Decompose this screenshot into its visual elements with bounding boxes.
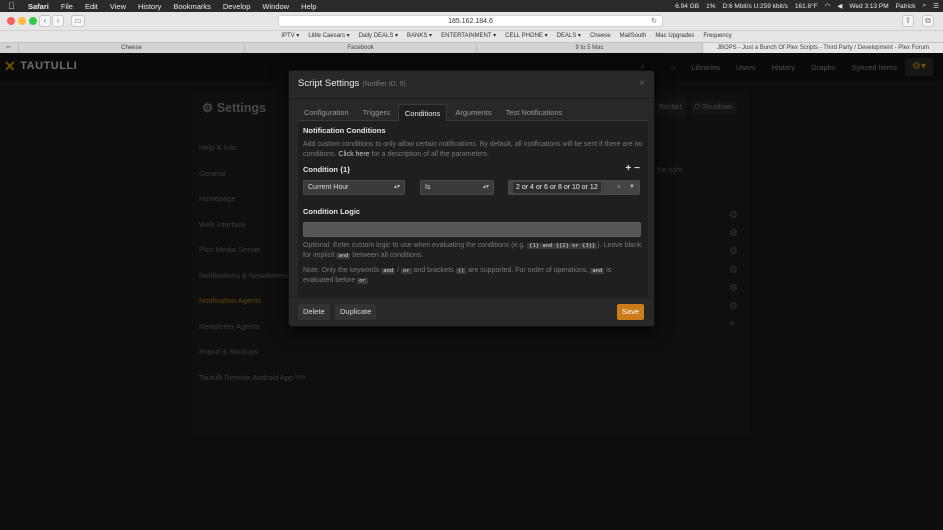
bookmark-mailsouth[interactable]: MailSouth	[620, 31, 647, 42]
tab-title: JBOPS - Just a Bunch Of Plex Scripts - T…	[717, 45, 929, 51]
section-title: Notification Conditions	[303, 126, 386, 135]
bookmark-mac-upgrades[interactable]: Mac Upgrades	[655, 31, 694, 42]
menu-bookmarks[interactable]: Bookmarks	[173, 2, 211, 11]
condition-header: Condition {1} +−	[303, 163, 643, 174]
menu-window[interactable]: Window	[262, 2, 289, 11]
bookmarks-bar: IPTV ▾ Little Caesars ▾ Daily DEALS ▾ BA…	[0, 31, 943, 42]
bookmark-cheese[interactable]: Cheese	[590, 31, 611, 42]
sidebar-toggle-icon[interactable]: ▭	[71, 15, 85, 27]
select-arrows-icon: ▴▾	[393, 184, 400, 190]
modal-header: Script Settings (Notifier ID: 9) ×	[289, 71, 654, 99]
bookmark-cell-phone[interactable]: CELL PHONE ▾	[505, 31, 547, 42]
condition-parameter-select[interactable]: Current Hour ▴▾	[303, 180, 405, 195]
tab-title: Facebook	[347, 45, 374, 51]
bookmark-entertainment[interactable]: ENTERTAINMENT ▾	[441, 31, 496, 42]
network-status[interactable]: D:6 Mbit/s U:259 kbit/s	[722, 3, 787, 10]
logic-help-text: Optional: Enter custom logic to use when…	[303, 242, 642, 259]
forward-icon[interactable]: ›	[52, 15, 64, 27]
menu-file[interactable]: File	[61, 2, 73, 11]
logic-note-text: Note: Only the keywords and / or and bra…	[303, 267, 612, 284]
script-settings-modal: Script Settings (Notifier ID: 9) × Config…	[288, 70, 655, 327]
tab-arguments[interactable]: Arguments	[449, 104, 497, 121]
tabs-overview-icon[interactable]: ⧉	[922, 15, 934, 27]
bookmark-little-caesars[interactable]: Little Caesars ▾	[308, 31, 349, 42]
minimize-window-button[interactable]	[18, 17, 26, 25]
chevron-down-icon[interactable]: ▼	[629, 181, 635, 194]
cpu-status[interactable]: 1%	[706, 3, 715, 10]
condition-operator-select[interactable]: Is ▴▾	[420, 180, 494, 195]
tab-title: Cheese	[121, 45, 142, 51]
delete-button[interactable]: Delete	[298, 304, 330, 320]
menu-view[interactable]: View	[110, 2, 126, 11]
parameters-help-link[interactable]: Click here	[338, 151, 369, 158]
zoom-window-button[interactable]	[29, 17, 37, 25]
conditions-panel: Notification Conditions Add custom condi…	[298, 121, 648, 298]
bookmark-deals[interactable]: DEALS ▾	[557, 31, 581, 42]
condition-logic-input[interactable]	[303, 222, 641, 237]
add-condition-plus-icon[interactable]: +	[625, 163, 634, 174]
user-name[interactable]: Patrick	[896, 3, 916, 10]
bookmark-frequency[interactable]: Frequency	[703, 31, 731, 42]
spotlight-icon[interactable]: ⌕	[923, 2, 927, 10]
menu-history[interactable]: History	[138, 2, 161, 11]
menu-help[interactable]: Help	[301, 2, 316, 11]
menubar-status-area: 6.94 GB 1% D:6 Mbit/s U:259 kbit/s 161.6…	[675, 0, 939, 12]
browser-tab[interactable]: Cheese	[18, 43, 244, 53]
browser-tab[interactable]: Facebook	[244, 43, 476, 53]
tab-conditions[interactable]: Conditions	[397, 104, 448, 121]
tab-test-notifications[interactable]: Test Notifications	[500, 104, 569, 121]
tab-title: 9 to 5 Mac	[575, 45, 604, 51]
menu-develop[interactable]: Develop	[223, 2, 251, 11]
volume-icon[interactable]: ◀	[837, 2, 842, 10]
menu-safari[interactable]: Safari	[28, 2, 49, 11]
selected-operator: Is	[425, 184, 431, 191]
address-bar[interactable]: 185.162.184.6 ↻	[278, 15, 663, 27]
modal-footer: Delete Duplicate Save	[289, 296, 654, 326]
notifier-id: (Notifier ID: 9)	[362, 81, 406, 88]
select-arrows-icon: ▴▾	[482, 184, 489, 190]
tab-configuration[interactable]: Configuration	[298, 104, 355, 121]
save-button[interactable]: Save	[616, 304, 644, 320]
bookmark-banks[interactable]: BANKS ▾	[407, 31, 432, 42]
duplicate-button[interactable]: Duplicate	[335, 304, 377, 320]
clear-value-icon[interactable]: ×	[617, 181, 621, 194]
notification-center-icon[interactable]: ☰	[933, 2, 939, 10]
clock[interactable]: Wed 3:13 PM	[849, 3, 888, 10]
pin-tab-icon[interactable]: ✂	[6, 43, 11, 53]
browser-tab[interactable]: 9 to 5 Mac	[476, 43, 702, 53]
close-window-button[interactable]	[7, 17, 15, 25]
wifi-icon[interactable]: ◠	[825, 2, 831, 10]
bookmark-daily-deals[interactable]: Daily DEALS ▾	[359, 31, 398, 42]
reload-icon[interactable]: ↻	[651, 16, 657, 27]
memory-status[interactable]: 6.94 GB	[675, 3, 699, 10]
condition-label: Condition {1}	[303, 165, 351, 174]
bookmark-iptv[interactable]: IPTV ▾	[281, 31, 299, 42]
url-text: 185.162.184.6	[448, 18, 493, 25]
remove-condition-minus-icon[interactable]: −	[634, 163, 643, 174]
apple-menu-icon[interactable]: 	[8, 1, 18, 11]
condition-value-tag[interactable]: 2 or 4 or 6 or 8 or 10 or 12	[513, 182, 601, 193]
macos-menubar:  Safari File Edit View History Bookmark…	[0, 0, 943, 12]
close-icon[interactable]: ×	[639, 78, 645, 89]
condition-value-input[interactable]: 2 or 4 or 6 or 8 or 10 or 12 × ▼	[508, 180, 640, 195]
browser-tab-active[interactable]: JBOPS - Just a Bunch Of Plex Scripts - T…	[702, 43, 943, 53]
tab-triggers[interactable]: Triggers	[357, 104, 396, 121]
conditions-help-text: Add custom conditions to only allow cert…	[303, 141, 643, 158]
modal-title: Script Settings (Notifier ID: 9)	[298, 78, 406, 89]
temperature-status[interactable]: 161.6°F	[795, 3, 818, 10]
condition-controls: +−	[625, 163, 643, 174]
back-icon[interactable]: ‹	[39, 15, 51, 27]
modal-tabs: Configuration Triggers Conditions Argume…	[298, 104, 648, 121]
menu-edit[interactable]: Edit	[85, 2, 98, 11]
condition-logic-title: Condition Logic	[303, 207, 361, 216]
browser-tab-bar: ✂ Cheese Facebook 9 to 5 Mac JBOPS - Jus…	[0, 42, 943, 53]
selected-parameter: Current Hour	[308, 184, 349, 191]
share-icon[interactable]: ⇪	[902, 15, 914, 27]
browser-toolbar: ‹ › ▭ 185.162.184.6 ↻ ⇪ ⧉	[0, 12, 943, 31]
